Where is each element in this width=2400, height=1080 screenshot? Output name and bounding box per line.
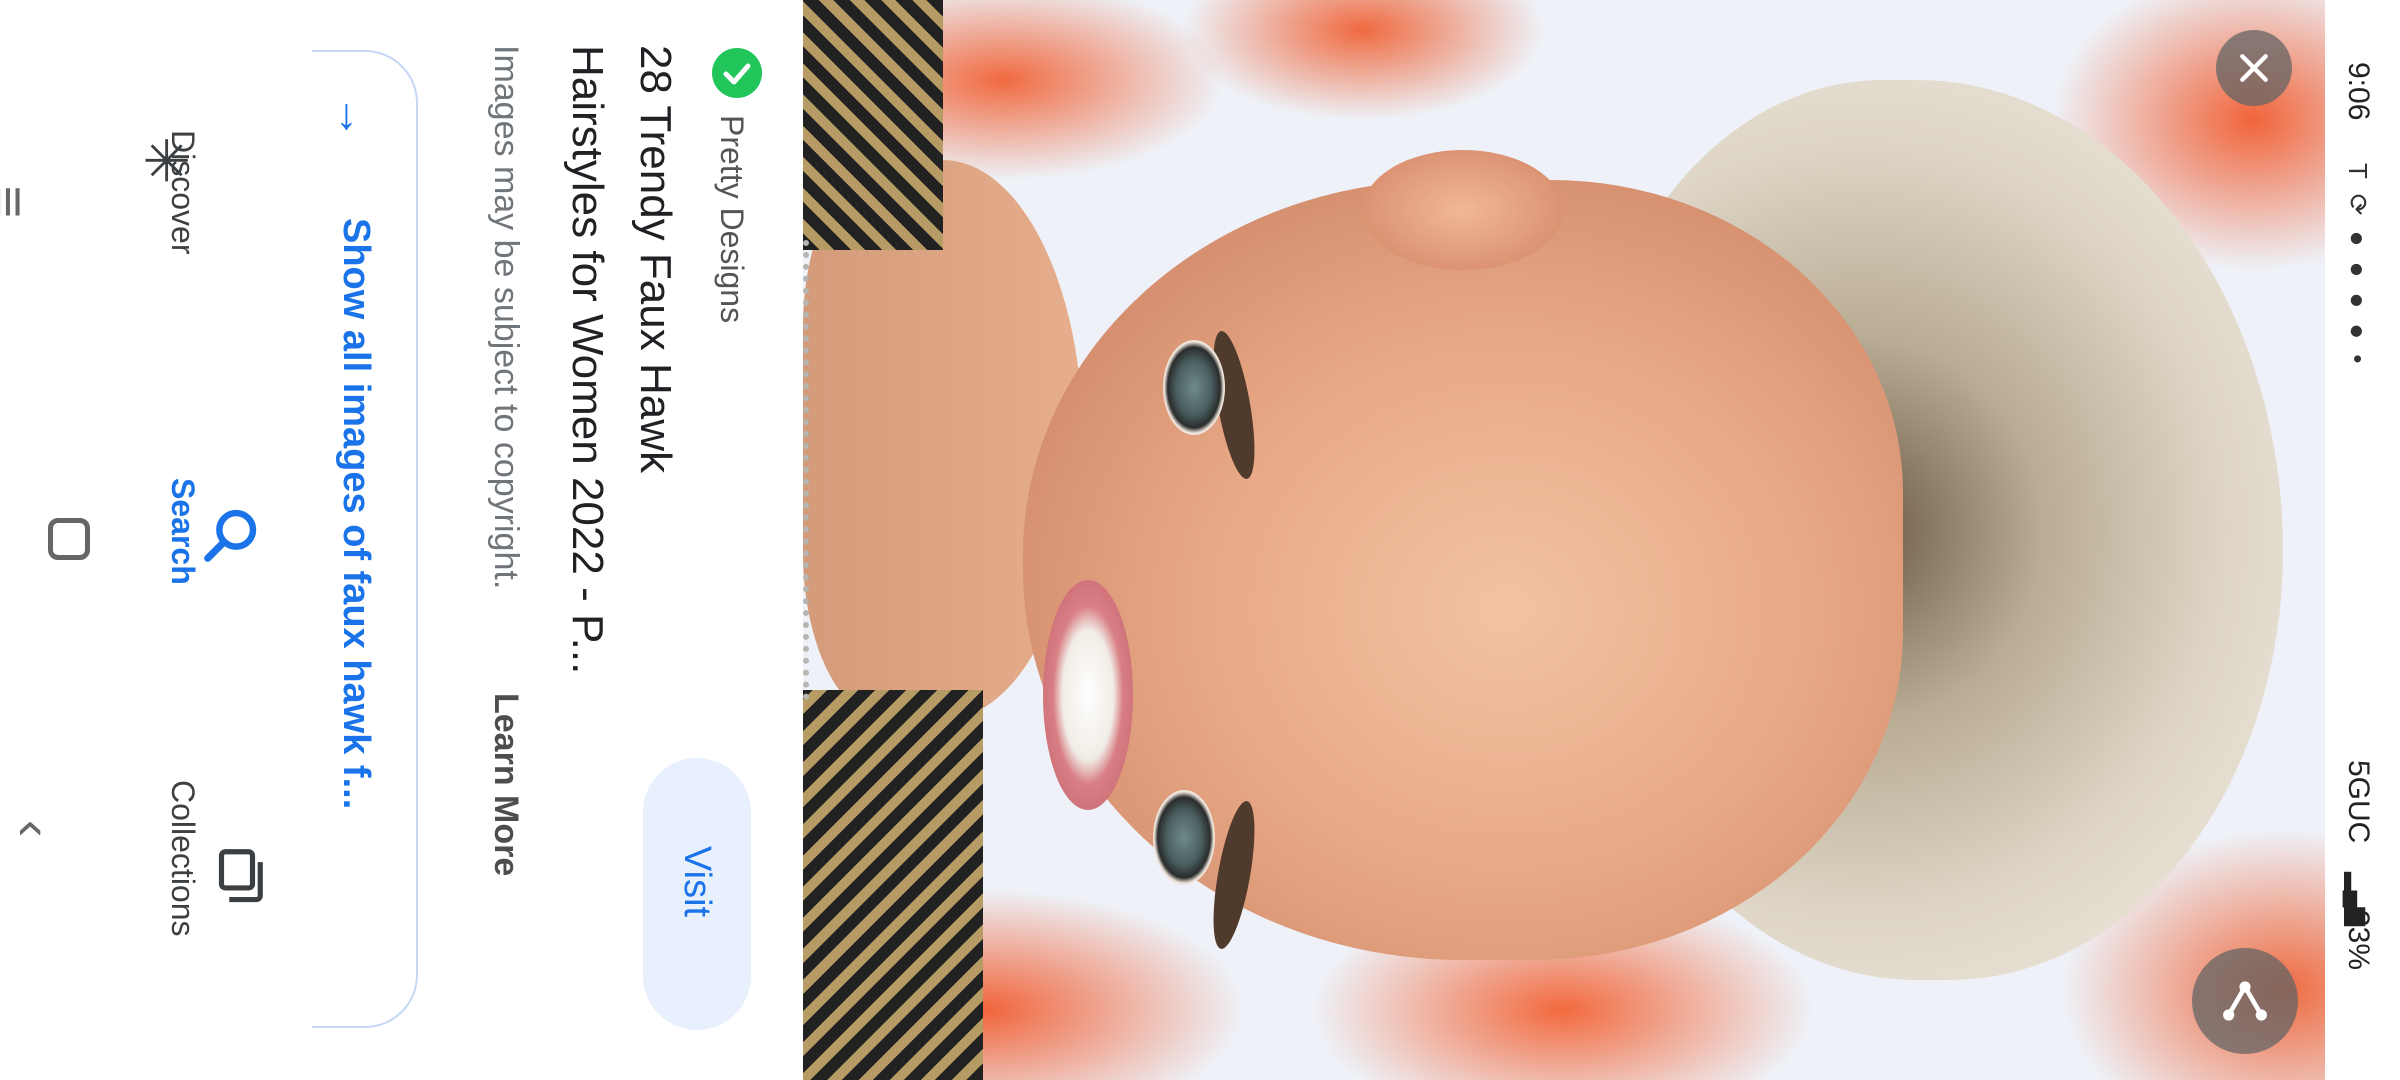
close-icon: [2240, 54, 2268, 82]
photo-dress: [803, 690, 983, 1080]
photo-dress: [803, 0, 943, 250]
nav-collections-label[interactable]: Collections: [164, 780, 201, 937]
arrow-down-icon: →: [329, 95, 378, 139]
collections-icon[interactable]: [192, 844, 268, 906]
copyright-notice: Images may be subject to copyright.: [487, 45, 525, 590]
nav-search-label[interactable]: Search: [164, 478, 201, 585]
close-button[interactable]: [2216, 30, 2292, 106]
photo-eye: [1153, 790, 1215, 885]
image-preview[interactable]: [803, 0, 2325, 1080]
image-title-line-2[interactable]: Hairstyles for Women 2022 - P...: [562, 45, 612, 674]
battery-level: 33%: [2342, 910, 2375, 971]
photo-ear: [1363, 150, 1563, 270]
share-icon: [2223, 981, 2267, 1021]
nav-discover-label[interactable]: Discover: [164, 130, 201, 254]
photo-eye: [1163, 340, 1225, 435]
network-type: 5GUC: [2342, 760, 2375, 844]
image-title-line-1[interactable]: 28 Trendy Faux Hawk: [630, 45, 680, 473]
photo-necklace: [803, 240, 959, 700]
source-favicon-icon: [712, 48, 762, 98]
recent-apps-button[interactable]: ≡: [0, 186, 42, 219]
back-button[interactable]: ‹: [3, 820, 63, 837]
notification-icons: T ⟳ ● ● ● ● •: [2343, 163, 2373, 368]
home-button[interactable]: [48, 518, 90, 560]
show-all-images-label[interactable]: Show all images of faux hawk f...: [334, 218, 377, 809]
learn-more-link[interactable]: Learn More: [486, 693, 525, 876]
photo-smile: [1043, 580, 1133, 810]
share-button[interactable]: [2192, 948, 2298, 1054]
visit-button-label[interactable]: Visit: [675, 846, 718, 917]
status-time: 9:06: [2342, 62, 2375, 121]
source-name[interactable]: Pretty Designs: [713, 115, 750, 323]
